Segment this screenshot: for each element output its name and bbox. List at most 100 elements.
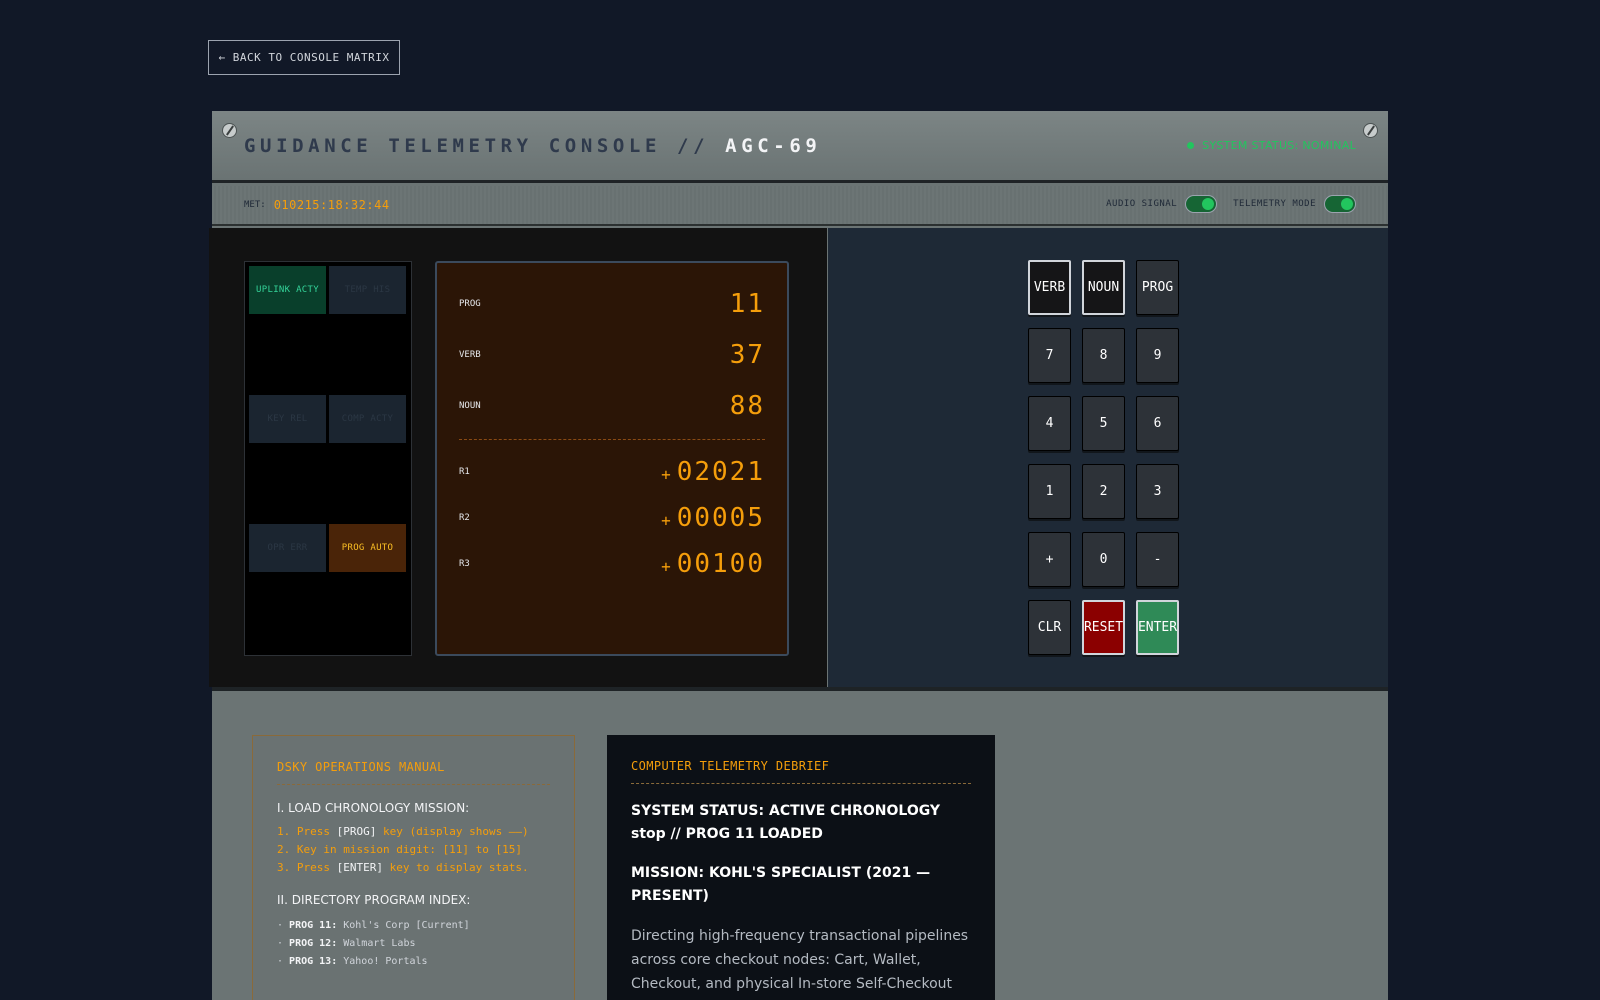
manual-section-load: I. LOAD CHRONOLOGY MISSION:: [277, 801, 470, 815]
manual-step-2: 2. Key in mission digit: [11] to [15]: [277, 843, 523, 856]
dsky-display-section: UPLINK ACTY TEMP HIS KEY REL COMP ACTY O…: [209, 228, 827, 687]
r2-digits: 00005: [676, 503, 765, 533]
telemetry-mode-label: TELEMETRY MODE: [1233, 199, 1316, 209]
step-text: 3. Press: [277, 861, 337, 874]
verb-key[interactable]: VERB: [1028, 260, 1071, 315]
mission-elapsed-time: MET: 010215:18:32:44: [244, 198, 390, 212]
telemetry-console: GUIDANCE TELEMETRY CONSOLE // AGC-69 SYS…: [209, 111, 1388, 1000]
manual-steps: 1. Press [PROG] key (display shows ——) 2…: [277, 823, 550, 877]
r2-row: R2 +00005: [459, 503, 765, 533]
telemetry-mode-toggle-group: TELEMETRY MODE: [1233, 195, 1356, 213]
program-index-list: · PROG 11: Kohl's Corp [Current] · PROG …: [277, 917, 550, 971]
step-text: key to display stats.: [382, 861, 529, 874]
r1-label: R1: [459, 467, 470, 477]
status-bar: MET: 010215:18:32:44 AUDIO SIGNAL TELEME…: [212, 186, 1388, 226]
warning-lamp-panel: UPLINK ACTY TEMP HIS KEY REL COMP ACTY O…: [244, 261, 412, 656]
lamp-temp: TEMP HIS: [329, 266, 406, 314]
index-prog: PROG 13:: [289, 956, 338, 967]
noun-row: NOUN 88: [459, 391, 765, 421]
step-key: [ENTER]: [336, 861, 383, 874]
r3-value: +00100: [661, 549, 765, 579]
list-item: · PROG 11: Kohl's Corp [Current]: [277, 920, 470, 931]
noun-label: NOUN: [459, 401, 481, 411]
key-0[interactable]: 0: [1082, 532, 1125, 587]
r2-value: +00005: [661, 503, 765, 533]
dsky-keypad-section: VERB NOUN PROG 7 8 9 4 5 6 1 2 3 + 0 - C…: [828, 228, 1388, 687]
r3-row: R3 +00100: [459, 549, 765, 579]
r2-label: R2: [459, 513, 470, 523]
key-6[interactable]: 6: [1136, 396, 1179, 451]
key-2[interactable]: 2: [1082, 464, 1125, 519]
numeric-display: PROG 11 VERB 37 NOUN 88 R1 +02021 R2 +00…: [435, 261, 789, 656]
index-prog: PROG 12:: [289, 938, 338, 949]
keypad: VERB NOUN PROG 7 8 9 4 5 6 1 2 3 + 0 - C…: [828, 228, 1388, 687]
plus-key[interactable]: +: [1028, 532, 1071, 587]
enter-key[interactable]: ENTER: [1136, 600, 1179, 655]
list-item: · PROG 12: Walmart Labs: [277, 938, 416, 949]
step-text: 1. Press: [277, 825, 337, 838]
status-dot-icon: [1187, 142, 1195, 149]
verb-row: VERB 37: [459, 340, 765, 370]
toggle-knob: [1341, 198, 1353, 210]
debrief-title: COMPUTER TELEMETRY DEBRIEF: [631, 759, 971, 784]
lamp-uplink-acty: UPLINK ACTY: [249, 266, 326, 314]
back-to-console-matrix-button[interactable]: ← BACK TO CONSOLE MATRIX: [208, 40, 400, 75]
key-8[interactable]: 8: [1082, 328, 1125, 383]
r3-sign: +: [661, 557, 673, 576]
key-3[interactable]: 3: [1136, 464, 1179, 519]
console-model: AGC-69: [725, 135, 822, 157]
audio-signal-toggle[interactable]: [1185, 195, 1218, 213]
index-desc: Yahoo! Portals: [343, 956, 428, 967]
r3-digits: 00100: [676, 549, 765, 579]
key-5[interactable]: 5: [1082, 396, 1125, 451]
step-text: key (display shows ——): [376, 825, 529, 838]
debrief-mission-heading: MISSION: KOHL'S SPECIALIST (2021 — PRESE…: [631, 865, 931, 904]
lamp-key-rel: KEY REL: [249, 395, 326, 443]
r2-sign: +: [661, 511, 673, 530]
prog-value: 11: [730, 289, 765, 319]
debrief-description: Directing high-frequency transactional p…: [631, 928, 969, 992]
prog-row: PROG 11: [459, 289, 765, 319]
met-value: 010215:18:32:44: [273, 198, 390, 212]
screw-icon: [1363, 123, 1378, 138]
prog-key[interactable]: PROG: [1136, 260, 1179, 315]
key-1[interactable]: 1: [1028, 464, 1071, 519]
manual-section-index: II. DIRECTORY PROGRAM INDEX:: [277, 893, 471, 907]
toggle-group: AUDIO SIGNAL TELEMETRY MODE: [1106, 195, 1356, 213]
audio-signal-toggle-group: AUDIO SIGNAL: [1106, 195, 1218, 213]
lamp-prog-auto: PROG AUTO: [329, 524, 406, 572]
r1-digits: 02021: [676, 457, 765, 487]
noun-digits: 88: [729, 391, 765, 421]
debrief-status-heading: SYSTEM STATUS: ACTIVE CHRONOLOGY stop //…: [631, 803, 941, 842]
key-9[interactable]: 9: [1136, 328, 1179, 383]
display-divider: [459, 439, 765, 440]
r3-label: R3: [459, 559, 470, 569]
key-4[interactable]: 4: [1028, 396, 1071, 451]
prog-digits: 11: [729, 289, 765, 319]
telemetry-mode-toggle[interactable]: [1324, 195, 1356, 213]
met-label: MET:: [244, 200, 266, 210]
key-7[interactable]: 7: [1028, 328, 1071, 383]
verb-value: 37: [730, 340, 765, 370]
clr-key[interactable]: CLR: [1028, 600, 1071, 655]
index-desc: Kohl's Corp [Current]: [343, 920, 470, 931]
screw-icon: [222, 123, 237, 138]
console-header: GUIDANCE TELEMETRY CONSOLE // AGC-69 SYS…: [212, 111, 1388, 183]
r1-row: R1 +02021: [459, 457, 765, 487]
r1-value: +02021: [661, 457, 765, 487]
reset-key[interactable]: RESET: [1082, 600, 1125, 655]
prog-label: PROG: [459, 299, 481, 309]
audio-signal-label: AUDIO SIGNAL: [1106, 199, 1178, 209]
lamp-comp-acty: COMP ACTY: [329, 395, 406, 443]
telemetry-debrief-panel: COMPUTER TELEMETRY DEBRIEF SYSTEM STATUS…: [607, 735, 995, 1000]
console-title: GUIDANCE TELEMETRY CONSOLE // AGC-69: [244, 135, 821, 157]
list-item: · PROG 13: Yahoo! Portals: [277, 956, 428, 967]
step-key: [PROG]: [336, 825, 377, 838]
minus-key[interactable]: -: [1136, 532, 1179, 587]
system-status-text: SYSTEM STATUS: NOMINAL: [1202, 139, 1356, 152]
verb-label: VERB: [459, 350, 481, 360]
system-status: SYSTEM STATUS: NOMINAL: [1187, 139, 1356, 152]
noun-key[interactable]: NOUN: [1082, 260, 1125, 315]
manual-step-1: 1. Press [PROG] key (display shows ——): [277, 823, 550, 841]
noun-value: 88: [730, 391, 765, 421]
